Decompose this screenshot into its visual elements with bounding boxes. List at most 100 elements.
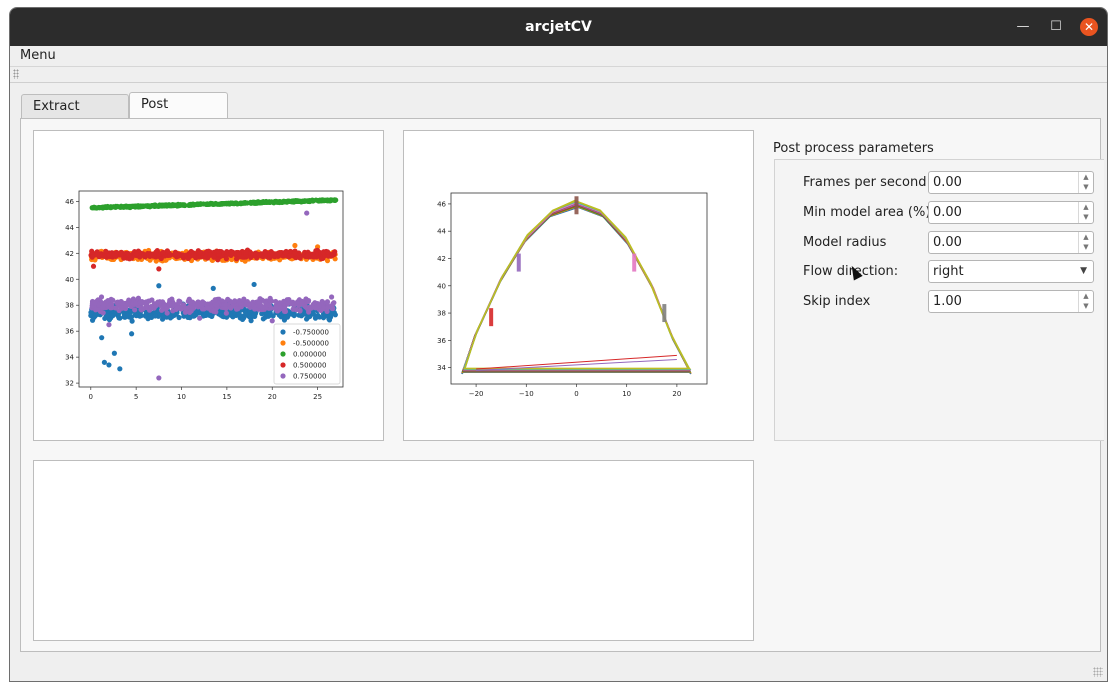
menu-button[interactable]: Menu [20, 48, 56, 63]
skip-index-spinbox[interactable]: 1.00 ▲ ▼ [928, 290, 1094, 313]
flow-direction-select[interactable]: right ▼ [928, 260, 1094, 283]
legend-label: 0.500000 [293, 362, 326, 370]
legend-marker [280, 340, 286, 346]
legend-label: 0.000000 [293, 351, 326, 359]
model-radius-label: Model radius [803, 235, 887, 250]
data-point [158, 255, 164, 262]
data-point [105, 303, 112, 309]
close-icon[interactable]: ✕ [1080, 18, 1098, 36]
y-tick-label: 46 [437, 200, 446, 208]
data-point [99, 335, 105, 341]
data-point [155, 203, 162, 209]
data-point [252, 306, 258, 312]
data-point [324, 249, 331, 255]
x-tick-label: 25 [313, 393, 322, 401]
data-point [282, 308, 289, 315]
toolbar [10, 67, 1107, 83]
data-point [257, 296, 263, 302]
spin-up-icon: ▲ [1083, 173, 1089, 181]
data-point [324, 198, 331, 204]
data-point [247, 314, 253, 320]
legend-label: -0.500000 [293, 340, 329, 348]
model-radius-stepper[interactable]: ▲ ▼ [1078, 232, 1093, 253]
resize-grip-icon[interactable] [1093, 667, 1103, 677]
data-point [167, 315, 174, 321]
data-point [92, 205, 99, 211]
x-tick-label: 10 [622, 390, 631, 398]
data-point [106, 322, 112, 328]
app-window: arcjetCV — ☐ ✕ Menu Extract Edges Post P… [9, 7, 1108, 682]
data-point [320, 249, 326, 256]
data-point [137, 299, 144, 305]
data-point [101, 302, 107, 308]
data-point [116, 315, 122, 321]
data-point [211, 308, 217, 314]
data-point [297, 255, 303, 261]
data-point [305, 253, 311, 259]
x-tick-label: −20 [469, 390, 484, 398]
data-point [246, 302, 252, 308]
data-point [118, 251, 125, 257]
y-tick-label: 32 [65, 380, 74, 388]
legend-marker [280, 351, 286, 357]
data-point [178, 306, 184, 312]
data-point [308, 305, 314, 311]
y-tick-label: 34 [65, 354, 74, 362]
data-point [242, 200, 248, 206]
maximize-icon[interactable]: ☐ [1047, 18, 1065, 36]
minimize-icon[interactable]: — [1014, 18, 1032, 36]
data-point [236, 251, 242, 257]
data-point [183, 305, 189, 312]
skip-index-stepper[interactable]: ▲ ▼ [1078, 291, 1093, 312]
chevron-down-icon: ▼ [1080, 266, 1087, 276]
data-point [329, 294, 335, 300]
data-point [269, 318, 275, 324]
x-tick-label: 15 [222, 393, 231, 401]
data-point [228, 312, 234, 318]
data-point [304, 210, 310, 216]
data-point [191, 313, 197, 319]
data-point [123, 303, 129, 309]
data-point [228, 305, 234, 311]
data-point [276, 250, 283, 256]
data-point [260, 199, 267, 205]
data-point [101, 253, 108, 259]
data-point [130, 296, 136, 302]
data-point [216, 248, 223, 255]
fps-stepper[interactable]: ▲ ▼ [1078, 172, 1093, 193]
data-point [169, 296, 175, 302]
data-point [233, 200, 239, 206]
data-point [146, 298, 153, 304]
data-point [301, 198, 307, 204]
fps-spinbox[interactable]: 0.00 ▲ ▼ [928, 171, 1094, 194]
y-tick-label: 36 [437, 337, 446, 345]
shock-marker [516, 253, 521, 272]
data-point [146, 203, 152, 209]
data-point [181, 202, 187, 208]
x-tick-label: 10 [177, 393, 186, 401]
data-point [125, 312, 131, 319]
data-point [291, 302, 297, 308]
data-point [106, 362, 112, 368]
data-point [110, 297, 116, 303]
shock-marker [574, 196, 579, 215]
data-point [117, 366, 123, 372]
tab-extract-edges[interactable]: Extract Edges [21, 94, 129, 138]
data-point [118, 203, 124, 209]
toolbar-grip-icon[interactable] [13, 69, 19, 79]
min-area-spinbox[interactable]: 0.00 ▲ ▼ [928, 201, 1094, 224]
spin-up-icon: ▲ [1083, 292, 1089, 300]
data-point [264, 302, 271, 308]
data-point [222, 302, 228, 308]
model-radius-spinbox[interactable]: 0.00 ▲ ▼ [928, 231, 1094, 254]
x-tick-label: 0 [574, 390, 578, 398]
min-area-stepper[interactable]: ▲ ▼ [1078, 202, 1093, 223]
data-point [316, 303, 322, 309]
x-tick-label: 0 [89, 393, 93, 401]
shock-marker [662, 304, 667, 323]
data-point [152, 313, 158, 319]
tab-post-process[interactable]: Post Process [129, 92, 228, 136]
fps-label: Frames per second [803, 175, 927, 190]
data-point [210, 285, 216, 291]
data-point [194, 302, 201, 308]
